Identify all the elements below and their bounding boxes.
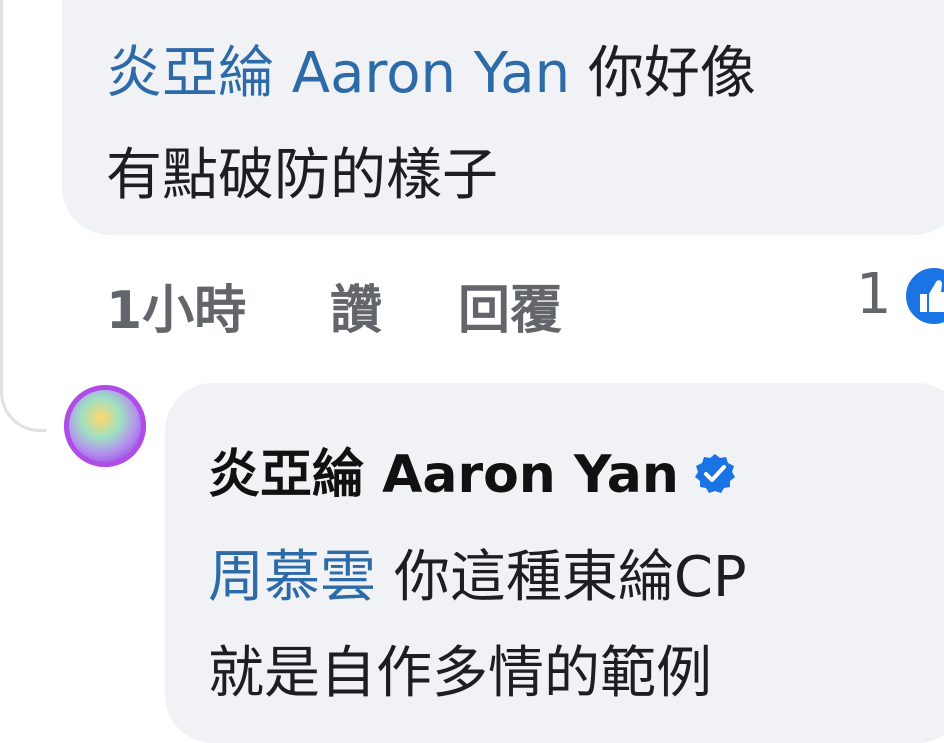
reply-text: 你這種東綸CP	[393, 545, 747, 610]
reply-author-name[interactable]: 炎亞綸 Aaron Yan	[208, 445, 679, 505]
like-button[interactable]: 讚	[330, 268, 382, 343]
reply-text-line1: 周慕雲 你這種東綸CP	[208, 532, 747, 613]
comment-text-line1: 炎亞綸 Aaron Yan 你好像	[106, 28, 756, 109]
mention-link[interactable]: 周慕雲	[208, 545, 376, 610]
reaction-count[interactable]: 1	[856, 262, 892, 327]
avatar[interactable]	[64, 385, 146, 467]
mention-link[interactable]: 炎亞綸 Aaron Yan	[106, 41, 570, 106]
comment-timestamp[interactable]: 1小時	[106, 268, 246, 343]
verified-badge-icon	[694, 454, 735, 493]
comment-text: 你好像	[587, 41, 756, 106]
reply-button[interactable]: 回覆	[458, 268, 562, 343]
thumbs-up-icon[interactable]	[902, 264, 944, 328]
reply-text-line2: 就是自作多情的範例	[208, 641, 712, 706]
comment-text-line2: 有點破防的樣子	[106, 143, 498, 208]
thread-connector-line	[0, 0, 46, 432]
reply-author-row: 炎亞綸 Aaron Yan	[208, 432, 737, 507]
